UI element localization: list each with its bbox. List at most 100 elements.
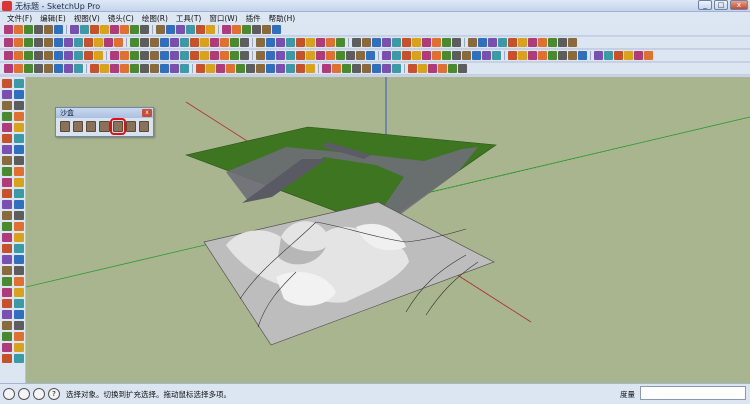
toolbar-tool-icon[interactable] [150,51,159,60]
toolbar-tool-icon[interactable] [402,38,411,47]
toolbar-tool-icon[interactable] [206,25,215,34]
toolbar-tool-icon[interactable] [438,64,447,73]
toolbar-tool-icon[interactable] [372,38,381,47]
toolbar-tool-icon[interactable] [306,64,315,73]
left-tool-icon[interactable] [14,200,24,209]
toolbar-tool-icon[interactable] [240,38,249,47]
toolbar-tool-icon[interactable] [130,38,139,47]
toolbar-tool-icon[interactable] [170,64,179,73]
toolbar-tool-icon[interactable] [276,38,285,47]
left-tool-icon[interactable] [2,321,12,330]
toolbar-tool-icon[interactable] [150,64,159,73]
toolbar-tool-icon[interactable] [210,38,219,47]
toolbar-tool-icon[interactable] [222,25,231,34]
left-tool-icon[interactable] [14,79,24,88]
toolbar-tool-icon[interactable] [130,51,139,60]
left-tool-icon[interactable] [14,277,24,286]
toolbar-tool-icon[interactable] [120,64,129,73]
toolbar-tool-icon[interactable] [528,51,537,60]
toolbar-tool-icon[interactable] [90,64,99,73]
toolbar-tool-icon[interactable] [166,25,175,34]
toolbar-tool-icon[interactable] [120,25,129,34]
toolbar-tool-icon[interactable] [614,51,623,60]
toolbar-tool-icon[interactable] [94,51,103,60]
toolbar-tool-icon[interactable] [528,38,537,47]
toolbar-tool-icon[interactable] [242,25,251,34]
toolbar-tool-icon[interactable] [262,25,271,34]
left-tool-icon[interactable] [14,90,24,99]
toolbar-tool-icon[interactable] [34,25,43,34]
toolbar-tool-icon[interactable] [448,64,457,73]
left-tool-icon[interactable] [2,189,12,198]
toolbar-tool-icon[interactable] [226,64,235,73]
left-tool-icon[interactable] [14,145,24,154]
left-tool-icon[interactable] [2,354,12,363]
toolbar-tool-icon[interactable] [366,51,375,60]
toolbar-tool-icon[interactable] [412,38,421,47]
toolbar-tool-icon[interactable] [548,51,557,60]
toolbar-tool-icon[interactable] [352,38,361,47]
menu-item[interactable]: 插件 [242,13,265,24]
toolbar-tool-icon[interactable] [316,38,325,47]
toolbar-tool-icon[interactable] [482,51,491,60]
toolbar-tool-icon[interactable] [252,25,261,34]
menu-item[interactable]: 编辑(E) [36,13,70,24]
toolbar-tool-icon[interactable] [558,51,567,60]
menu-item[interactable]: 文件(F) [3,13,36,24]
left-tool-icon[interactable] [14,233,24,242]
toolbar-tool-icon[interactable] [296,51,305,60]
toolbar-tool-icon[interactable] [408,64,417,73]
toolbar-tool-icon[interactable] [326,51,335,60]
toolbar-tool-icon[interactable] [170,51,179,60]
minimize-button[interactable]: _ [698,0,712,10]
toolbar-tool-icon[interactable] [130,64,139,73]
toolbar-tool-icon[interactable] [518,51,527,60]
toolbar-tool-icon[interactable] [14,38,23,47]
toolbar-tool-icon[interactable] [4,64,13,73]
toolbar-tool-icon[interactable] [180,38,189,47]
sign-in-icon[interactable] [33,388,45,400]
toolbar-tool-icon[interactable] [34,51,43,60]
toolbar-tool-icon[interactable] [90,25,99,34]
left-tool-icon[interactable] [14,211,24,220]
toolbar-tool-icon[interactable] [24,38,33,47]
left-tool-icon[interactable] [2,277,12,286]
toolbar-tool-icon[interactable] [422,38,431,47]
toolbar-tool-icon[interactable] [256,38,265,47]
maximize-button[interactable]: □ [714,0,728,10]
measurements-input[interactable] [640,386,746,400]
left-tool-icon[interactable] [14,167,24,176]
toolbar-tool-icon[interactable] [54,64,63,73]
toolbar-tool-icon[interactable] [462,51,471,60]
left-tool-icon[interactable] [2,90,12,99]
toolbar-tool-icon[interactable] [64,64,73,73]
left-tool-icon[interactable] [14,266,24,275]
toolbar-tool-icon[interactable] [468,38,477,47]
toolbar-tool-icon[interactable] [306,51,315,60]
left-tool-icon[interactable] [2,123,12,132]
toolbar-tool-icon[interactable] [518,38,527,47]
toolbar-tool-icon[interactable] [4,51,13,60]
toolbar-tool-icon[interactable] [488,38,497,47]
left-tool-icon[interactable] [2,233,12,242]
toolbar-tool-icon[interactable] [44,51,53,60]
toolbar-tool-icon[interactable] [74,51,83,60]
flip-edge-icon[interactable] [138,121,149,132]
toolbar-tool-icon[interactable] [230,38,239,47]
toolbar-tool-icon[interactable] [266,64,275,73]
toolbar-tool-icon[interactable] [220,38,229,47]
toolbar-tool-icon[interactable] [64,38,73,47]
toolbar-tool-icon[interactable] [422,51,431,60]
menu-item[interactable]: 绘图(R) [138,13,172,24]
toolbar-tool-icon[interactable] [418,64,427,73]
toolbar-tool-icon[interactable] [458,64,467,73]
toolbar-tool-icon[interactable] [200,38,209,47]
left-tool-icon[interactable] [14,189,24,198]
toolbar-tool-icon[interactable] [286,38,295,47]
toolbar-tool-icon[interactable] [24,25,33,34]
toolbar-tool-icon[interactable] [190,38,199,47]
toolbar-tool-icon[interactable] [120,51,129,60]
toolbar-tool-icon[interactable] [246,64,255,73]
toolbar-tool-icon[interactable] [130,25,139,34]
toolbar-tool-icon[interactable] [160,38,169,47]
